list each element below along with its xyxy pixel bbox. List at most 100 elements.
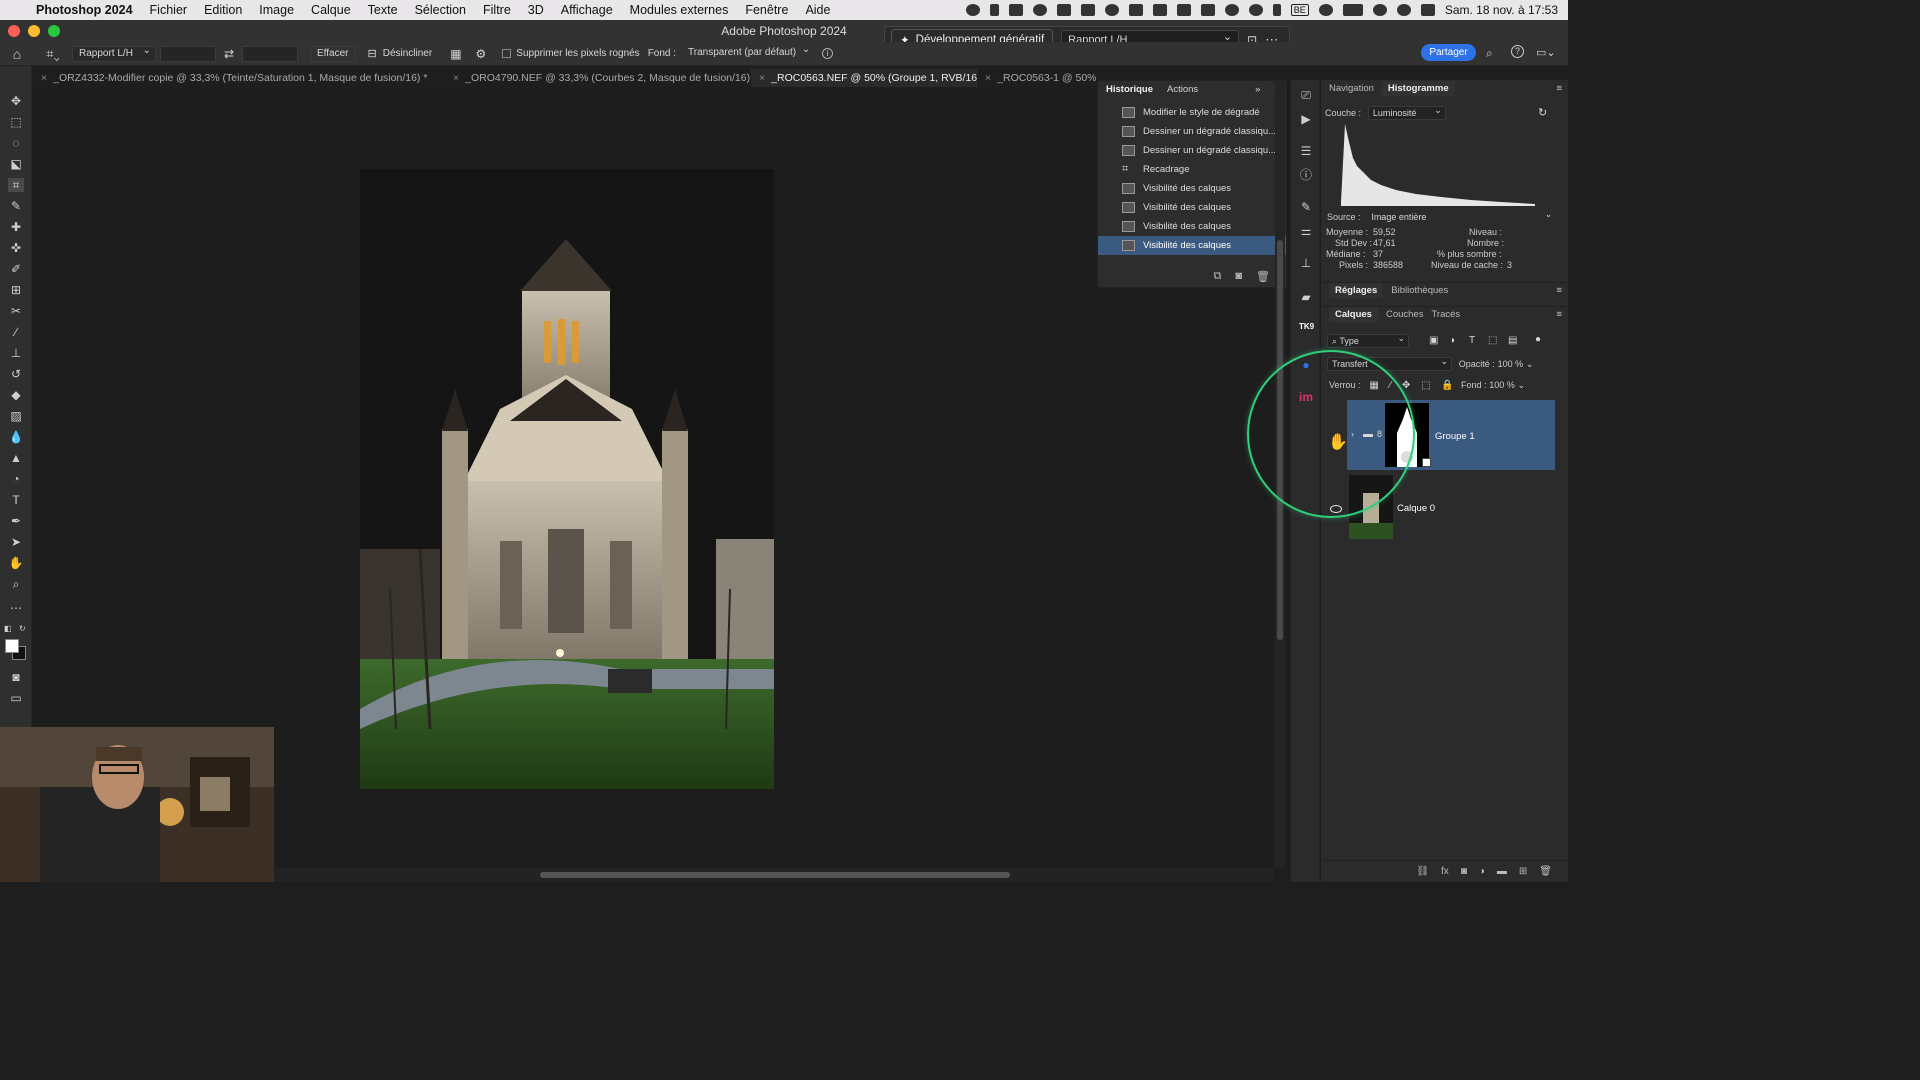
history-item[interactable]: Visibilité des calques xyxy=(1098,198,1286,217)
tab-paths[interactable]: Tracés xyxy=(1431,309,1460,320)
spotlight-icon[interactable] xyxy=(1396,4,1411,16)
menu-selection[interactable]: Sélection xyxy=(415,3,466,17)
more-tools-icon[interactable]: ⋯ xyxy=(8,601,24,615)
filter-adjustment-icon[interactable]: ◑ xyxy=(1449,335,1455,346)
display-icon[interactable] xyxy=(1176,4,1191,16)
filter-smart-icon[interactable]: ▤ xyxy=(1508,335,1517,346)
share-button[interactable]: Partager xyxy=(1421,44,1476,61)
document-tab-active[interactable]: × _ROC0563.NEF @ 50% (Groupe 1, RVB/16) * xyxy=(751,69,977,87)
menu-aide[interactable]: Aide xyxy=(805,3,830,17)
time-machine-icon[interactable] xyxy=(1104,4,1119,16)
history-item-selected[interactable]: Visibilité des calques xyxy=(1098,236,1286,255)
sharpen-tool-icon[interactable]: ▲ xyxy=(8,451,24,465)
new-document-from-state-icon[interactable]: ⧉ xyxy=(1214,270,1222,283)
tab-history[interactable]: Historique xyxy=(1106,84,1153,95)
trash-icon[interactable]: 🗑 xyxy=(1539,866,1552,877)
channel-select[interactable]: Luminosité xyxy=(1367,104,1446,120)
volume-icon[interactable] xyxy=(1200,4,1215,16)
swap-colors-icon[interactable]: ↻ xyxy=(19,624,26,633)
close-tab-icon[interactable]: × xyxy=(759,72,765,84)
new-layer-icon[interactable]: ⊞ xyxy=(1519,866,1527,877)
source-select[interactable]: Image entière xyxy=(1367,208,1555,225)
blur-tool-icon[interactable]: 💧 xyxy=(8,430,24,444)
settings-gear-icon[interactable]: ⚙ xyxy=(476,47,487,61)
dodge-tool-icon[interactable]: ◔ xyxy=(8,472,24,486)
hand-tool-icon[interactable]: ✋ xyxy=(8,556,24,570)
minimize-window-button[interactable] xyxy=(28,25,40,37)
path-selection-tool-icon[interactable]: ➤ xyxy=(8,535,24,549)
search-icon[interactable]: ⌕ xyxy=(1486,46,1493,61)
clear-button[interactable]: Effacer xyxy=(310,45,356,62)
straighten-button[interactable]: Désincliner xyxy=(383,48,432,59)
history-item[interactable]: Visibilité des calques xyxy=(1098,179,1286,198)
history-item[interactable]: Dessiner un dégradé classiqu... xyxy=(1098,141,1286,160)
chevron-down-icon[interactable]: ⌄ xyxy=(1526,359,1534,369)
battery-icon[interactable] xyxy=(1342,4,1363,16)
close-tab-icon[interactable]: × xyxy=(41,72,47,84)
eraser-tool-icon[interactable]: ◆ xyxy=(8,388,24,402)
actions-play-icon[interactable]: ▶ xyxy=(1299,112,1313,126)
filter-toggle-icon[interactable]: ● xyxy=(1535,334,1541,345)
crop-ratio-select[interactable]: Rapport L/H xyxy=(72,44,156,62)
history-brush-tool-icon[interactable]: ↺ xyxy=(8,367,24,381)
object-selection-tool-icon[interactable]: ⬕ xyxy=(8,157,24,171)
tk9-plugin-icon[interactable]: TK9 xyxy=(1299,320,1314,334)
menu-filtre[interactable]: Filtre xyxy=(483,3,511,17)
document-image[interactable] xyxy=(360,169,774,789)
clone-source-icon[interactable]: ⊥ xyxy=(1299,256,1313,270)
panel-menu-icon[interactable]: ≡ xyxy=(1556,83,1562,94)
fill-value[interactable]: 100 % xyxy=(1489,380,1515,390)
camera-icon[interactable] xyxy=(1056,4,1071,16)
lock-position-icon[interactable]: ✥ xyxy=(1402,380,1410,391)
crop-height-input[interactable] xyxy=(242,45,298,62)
flame-icon[interactable] xyxy=(989,4,999,16)
clock[interactable]: Sam. 18 nov. à 17:53 xyxy=(1445,3,1558,17)
quick-mask-icon[interactable]: ◙ xyxy=(8,670,24,684)
keyboard-layout-badge[interactable]: BE xyxy=(1290,4,1309,16)
layer-filter-select[interactable]: ⌕ Type xyxy=(1327,332,1409,348)
close-tab-icon[interactable]: × xyxy=(453,72,459,84)
layer-name[interactable]: Groupe 1 xyxy=(1435,431,1475,442)
panel-collapse-icon[interactable]: » xyxy=(1255,84,1260,95)
brush-settings-icon[interactable]: ✎ xyxy=(1299,200,1313,214)
stamp-tool-icon[interactable]: ⊥ xyxy=(8,346,24,360)
screens-icon[interactable] xyxy=(1080,4,1095,16)
panel-menu-icon[interactable]: ≡ xyxy=(1556,285,1562,296)
default-colors-icon[interactable]: ◧ xyxy=(4,624,12,633)
layer-name[interactable]: Calque 0 xyxy=(1397,503,1435,514)
brush-tool-icon[interactable]: ∕ xyxy=(8,325,24,339)
history-item[interactable]: ⌗ Recadrage xyxy=(1098,160,1286,179)
fill-select[interactable]: Transparent (par défaut) xyxy=(682,43,814,62)
menu-app-name[interactable]: Photoshop 2024 xyxy=(36,3,133,17)
tab-channels[interactable]: Couches xyxy=(1386,309,1424,320)
content-aware-tool-icon[interactable]: ⊞ xyxy=(8,283,24,297)
fx-icon[interactable]: fx xyxy=(1441,866,1449,877)
tab-adjustments[interactable]: Réglages xyxy=(1329,283,1384,298)
help-icon[interactable]: ? xyxy=(1511,45,1524,58)
gradient-tool-icon[interactable]: ▨ xyxy=(8,409,24,423)
panel-menu-icon[interactable]: ≡ xyxy=(1556,309,1562,320)
opacity-value[interactable]: 100 % xyxy=(1498,359,1524,369)
zoom-tool-icon[interactable]: ⌕ xyxy=(8,577,24,591)
patch-tool-icon[interactable]: ✐ xyxy=(8,262,24,276)
menu-fichier[interactable]: Fichier xyxy=(150,3,188,17)
crop-tool-preset-icon[interactable]: ⌗⌄ xyxy=(34,46,72,62)
menu-affichage[interactable]: Affichage xyxy=(561,3,613,17)
eyedropper-tool-icon[interactable]: ✎ xyxy=(8,199,24,213)
foreground-color-swatch[interactable] xyxy=(5,639,19,653)
history-item[interactable]: Modifier le style de dégradé xyxy=(1098,103,1286,122)
link-layers-icon[interactable]: ⛓ xyxy=(1416,866,1429,877)
history-panel-icon[interactable]: ⎚ xyxy=(1299,88,1313,102)
tab-libraries[interactable]: Bibliothèques xyxy=(1391,285,1448,296)
add-mask-icon[interactable]: ◙ xyxy=(1461,866,1467,877)
history-item[interactable]: Visibilité des calques xyxy=(1098,217,1286,236)
lasso-tool-icon[interactable]: ◌ xyxy=(8,136,24,150)
menu-edition[interactable]: Edition xyxy=(204,3,242,17)
command-icon[interactable] xyxy=(1008,4,1023,16)
crop-tool-icon[interactable]: ⌗ xyxy=(8,178,24,192)
snapshot-camera-icon[interactable]: ◙ xyxy=(1235,270,1242,282)
tab-navigation[interactable]: Navigation xyxy=(1329,83,1374,94)
plugin-icon[interactable]: ▰ xyxy=(1299,290,1313,304)
properties-icon[interactable]: ⚌ xyxy=(1299,224,1313,238)
home-icon[interactable]: ⌂ xyxy=(0,46,34,62)
